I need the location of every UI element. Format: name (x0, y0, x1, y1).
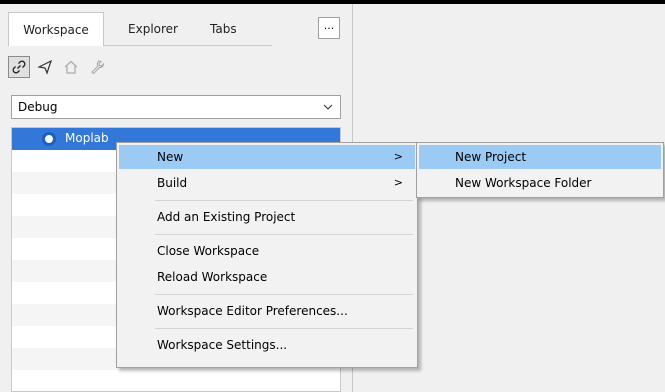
wrench-icon[interactable] (86, 56, 108, 78)
menu-item-workspace-settings[interactable]: Workspace Settings... (119, 333, 415, 357)
menu-item-add-existing-project[interactable]: Add an Existing Project (119, 205, 415, 229)
menu-item-label: Build (157, 176, 188, 190)
send-icon[interactable] (34, 56, 56, 78)
tab-explorer[interactable]: Explorer (104, 12, 202, 46)
chevron-right-icon: > (393, 150, 403, 163)
more-options-button[interactable]: ... (318, 17, 340, 39)
panel-tabs: Workspace Explorer Tabs (8, 12, 272, 46)
menu-separator (155, 294, 413, 295)
tab-tabs[interactable]: Tabs (202, 12, 272, 46)
configuration-select[interactable]: Debug (11, 95, 341, 119)
project-icon (42, 132, 56, 146)
menu-separator (155, 200, 413, 201)
menu-separator (155, 234, 413, 235)
context-menu: New > Build > Add an Existing Project Cl… (116, 142, 418, 368)
menu-item-close-workspace[interactable]: Close Workspace (119, 239, 415, 263)
menu-item-build[interactable]: Build > (119, 171, 415, 195)
tab-workspace[interactable]: Workspace (8, 12, 104, 46)
menu-item-reload-workspace[interactable]: Reload Workspace (119, 265, 415, 289)
link-icon[interactable] (8, 56, 30, 78)
menu-item-new[interactable]: New > (119, 145, 415, 169)
menu-item-new-project[interactable]: New Project (419, 145, 661, 169)
tree-row-empty (12, 370, 340, 391)
project-label: Moplab (65, 131, 109, 145)
workspace-toolbar (8, 56, 108, 78)
menu-separator (155, 328, 413, 329)
new-submenu: New Project New Workspace Folder (416, 142, 664, 198)
configuration-value: Debug (18, 100, 58, 114)
home-icon[interactable] (60, 56, 82, 78)
menu-item-label: New (157, 150, 184, 164)
menu-item-new-workspace-folder[interactable]: New Workspace Folder (419, 171, 661, 195)
menu-item-editor-preferences[interactable]: Workspace Editor Preferences... (119, 299, 415, 323)
chevron-right-icon: > (393, 176, 403, 189)
chevron-down-icon (323, 96, 333, 126)
